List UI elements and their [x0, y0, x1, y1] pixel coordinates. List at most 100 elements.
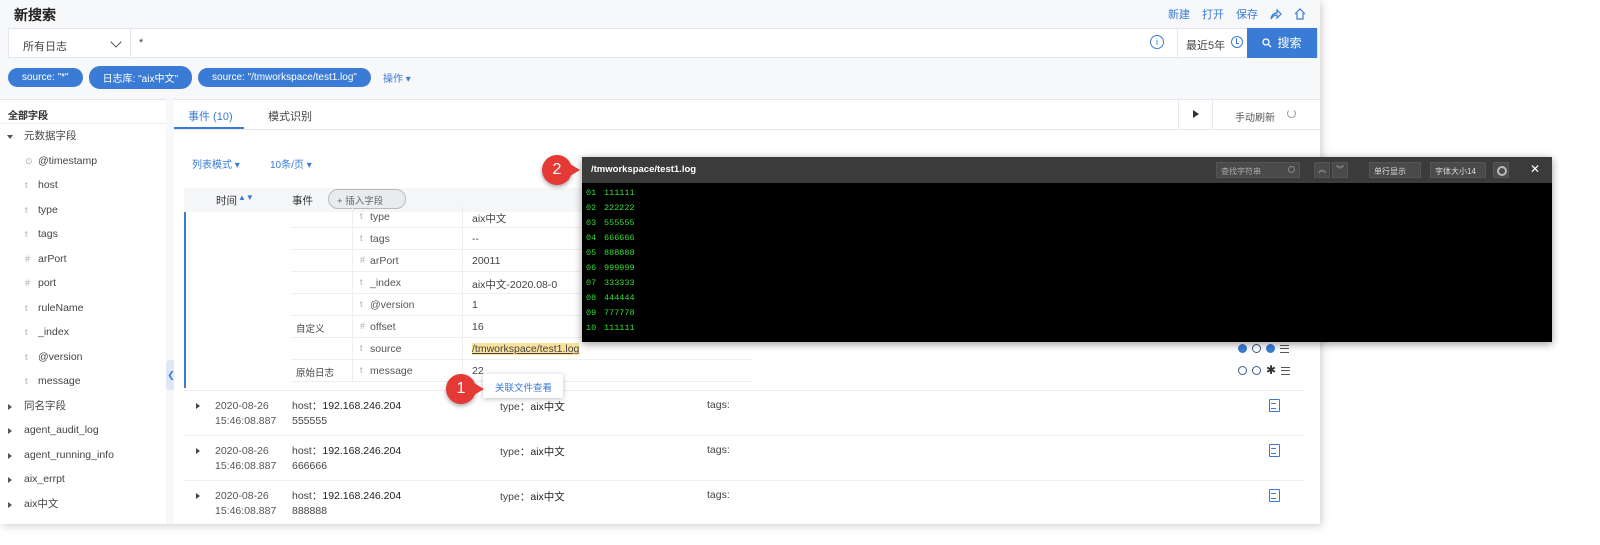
field-name: arPort [38, 252, 67, 265]
gear-icon[interactable] [1493, 162, 1509, 178]
sidebar-field[interactable]: t host [0, 173, 166, 198]
event-timestamp: 2020-08-26 15:46:08.887 [215, 444, 276, 474]
sidebar-field[interactable]: ⊙ @timestamp [0, 149, 166, 174]
file-viewer-header: /tmworkspace/test1.log 查找字符串 ︽ ︾ 单行显示 字体… [582, 157, 1552, 183]
line-mode-select[interactable]: 单行显示 [1369, 162, 1421, 178]
tab-events[interactable]: 事件 (10) [188, 108, 233, 124]
line-number: 10 [586, 323, 597, 333]
play-button[interactable] [1178, 100, 1212, 129]
manual-refresh-button[interactable]: 手动刷新 [1212, 100, 1316, 129]
sidebar-field[interactable]: # arPort [0, 247, 166, 272]
table-row[interactable]: 2020-08-26 15:46:08.887 host：192.168.246.… [184, 390, 1304, 435]
field-type-icon: # [360, 321, 366, 331]
page-size-select[interactable]: 10条/页 ▾ [270, 156, 312, 171]
line-text: 777778 [604, 308, 635, 318]
zoom-in-icon[interactable] [1238, 366, 1247, 375]
add-column-icon[interactable] [1281, 366, 1291, 375]
page-title: 新搜索 [14, 7, 56, 23]
new-button[interactable]: 新建 [1168, 6, 1190, 22]
sidebar-group[interactable]: agent_running_info [0, 443, 166, 468]
zoom-out-icon[interactable] [1252, 366, 1261, 375]
chevron-down-icon: ▾ [234, 160, 240, 171]
host-label: host： [292, 490, 323, 502]
chevron-down-icon [110, 36, 122, 48]
detail-value: aix中文 [472, 213, 507, 225]
info-icon[interactable]: i [1150, 35, 1164, 49]
event-time: 15:46:08.887 [215, 460, 277, 472]
expand-caret-icon[interactable] [196, 403, 200, 409]
event-time: 15:46:08.887 [215, 505, 277, 517]
row-actions: ✱ [1238, 364, 1291, 376]
line-number: 01 [586, 188, 597, 198]
add-column-icon[interactable] [1280, 344, 1289, 353]
source-path-link[interactable]: /tmworkspace/test1.log [472, 343, 580, 355]
sidebar-group[interactable]: 同名字段 [0, 394, 166, 419]
home-icon[interactable] [1294, 8, 1306, 20]
font-size-select[interactable]: 字体大小14 [1430, 162, 1486, 178]
detail-key: @version [370, 299, 415, 311]
file-search-input[interactable]: 查找字符串 [1216, 162, 1300, 178]
document-icon[interactable] [1269, 399, 1280, 412]
open-button[interactable]: 打开 [1202, 6, 1224, 22]
next-match-button[interactable]: ︾ [1332, 162, 1348, 178]
sidebar-field[interactable]: t tags [0, 222, 166, 247]
search-query-input[interactable] [139, 35, 1149, 51]
sidebar-group[interactable]: aix中文 [0, 492, 166, 517]
document-icon[interactable] [1269, 444, 1280, 457]
sidebar-field[interactable]: t type [0, 198, 166, 223]
zoom-in-icon[interactable] [1238, 344, 1247, 353]
log-source-select[interactable]: 所有日志 [9, 29, 131, 57]
callout-marker: 2 [542, 155, 580, 185]
file-line: 04 666666 [586, 233, 635, 243]
sidebar-field[interactable]: # port [0, 271, 166, 296]
context-menu-view-related-file[interactable]: 关联文件查看 [483, 374, 563, 398]
field-name: type [38, 203, 58, 216]
sidebar-group[interactable]: aix_errpt [0, 467, 166, 492]
sidebar-field[interactable]: t @version [0, 345, 166, 370]
document-icon[interactable] [1269, 489, 1280, 502]
column-time[interactable]: 时间 [216, 193, 237, 208]
zoom-out-icon[interactable] [1252, 344, 1261, 353]
file-line: 03 555555 [586, 218, 635, 228]
sidebar-field[interactable]: t message [0, 369, 166, 394]
filter-actions-menu[interactable]: 操作 ▾ [383, 70, 411, 85]
file-line: 07 333333 [586, 278, 635, 288]
detail-value: 16 [472, 321, 484, 333]
filter-chip[interactable]: 日志库: "aix中文" [88, 66, 193, 89]
file-line: 09 777778 [586, 308, 635, 318]
host-value: 192.168.246.204 [322, 400, 402, 412]
exclude-icon[interactable] [1266, 344, 1275, 353]
line-number: 08 [586, 293, 597, 303]
filter-chip[interactable]: source: "/tmworkspace/test1.log" [198, 68, 371, 87]
field-name: message [38, 375, 81, 387]
field-name: host [38, 179, 58, 191]
table-row[interactable]: 2020-08-26 15:46:08.887 host：192.168.246.… [184, 435, 1304, 480]
search-icon [1288, 166, 1295, 173]
type-label: type： [500, 401, 531, 413]
save-button[interactable]: 保存 [1236, 6, 1258, 22]
sidebar-field[interactable]: t _index [0, 320, 166, 345]
table-row[interactable]: 2020-08-26 15:46:08.887 host：192.168.246.… [184, 480, 1304, 524]
share-icon[interactable] [1270, 8, 1282, 20]
line-number: 03 [586, 218, 597, 228]
asterisk-icon[interactable]: ✱ [1266, 364, 1276, 376]
field-type-icon: t [360, 233, 363, 243]
prev-match-button[interactable]: ︽ [1314, 162, 1330, 178]
sort-icon[interactable]: ▲▼ [238, 193, 254, 202]
search-button[interactable]: 搜索 [1247, 28, 1317, 58]
filter-chip[interactable]: source: "*" [8, 68, 83, 87]
sidebar-group-meta[interactable]: 元数据字段 [0, 124, 166, 149]
detail-key: _index [370, 277, 401, 289]
sidebar-group[interactable]: agent_audit_log [0, 418, 166, 443]
field-type-icon: t [25, 229, 28, 239]
close-icon[interactable]: ✕ [1530, 162, 1540, 176]
expand-caret-icon[interactable] [196, 493, 200, 499]
results-tabs: 事件 (10) 模式识别 手动刷新 [174, 100, 1320, 130]
expand-caret-icon[interactable] [196, 448, 200, 454]
detail-value: 1 [472, 299, 478, 311]
field-type-icon: t [25, 302, 28, 313]
time-range-picker[interactable]: 最近5年 [1177, 29, 1249, 57]
sidebar-field[interactable]: t ruleName [0, 296, 166, 321]
tab-patterns[interactable]: 模式识别 [268, 108, 312, 124]
view-mode-select[interactable]: 列表模式 ▾ [192, 156, 240, 171]
